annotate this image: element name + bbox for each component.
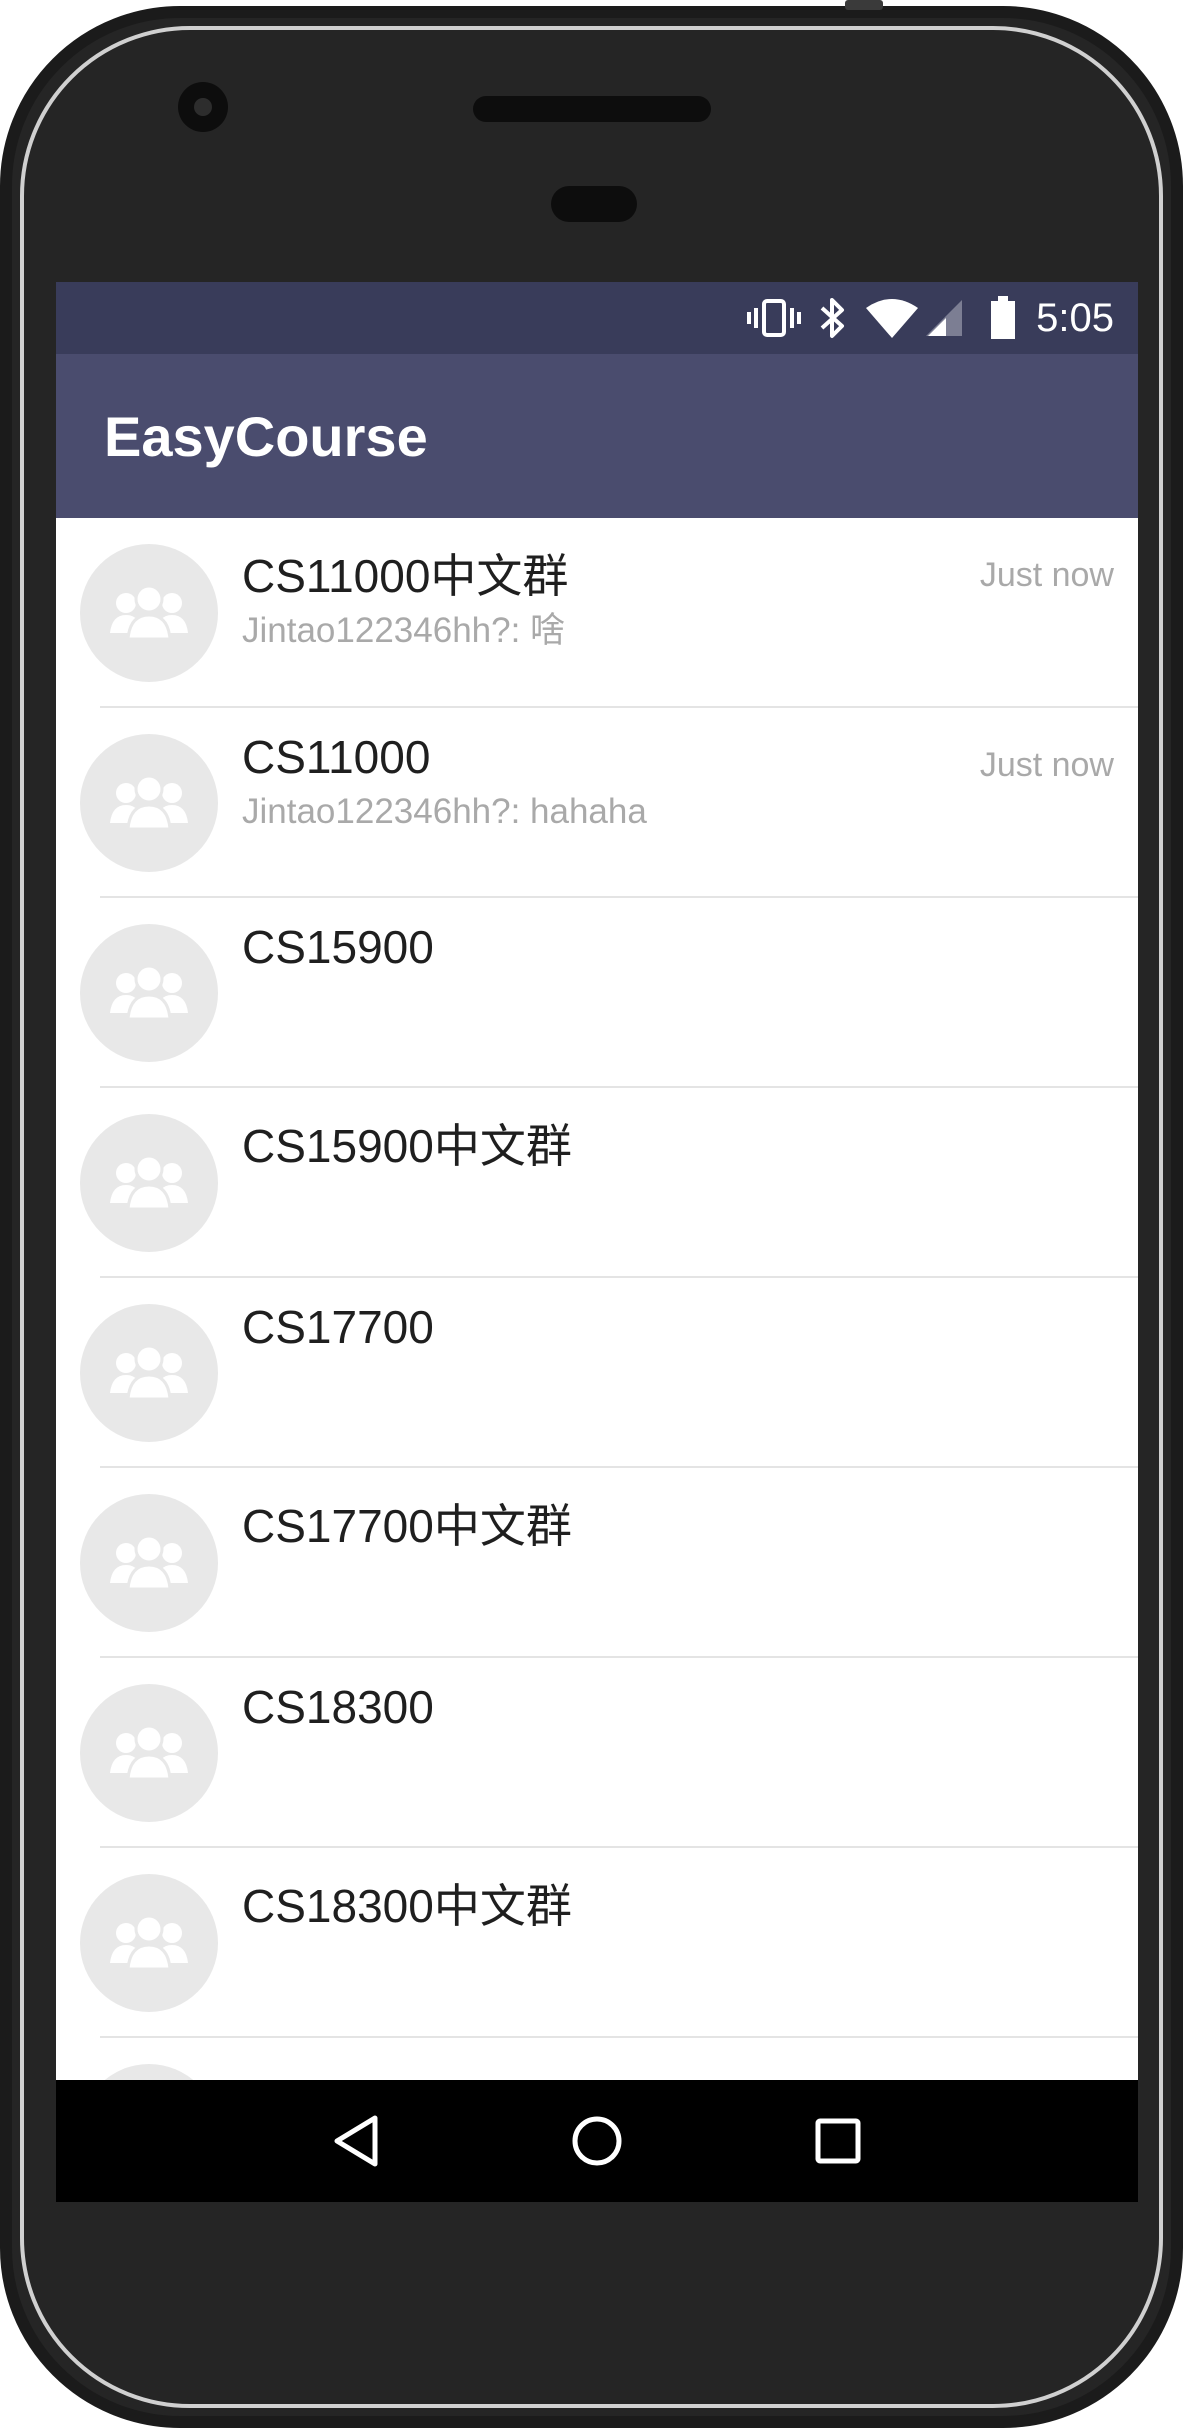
group-avatar-icon [80, 544, 218, 682]
group-avatar-icon [80, 924, 218, 1062]
chat-row[interactable]: CS17700中文群 [56, 1468, 1138, 1658]
back-icon[interactable] [311, 2096, 401, 2186]
status-time: 5:05 [1036, 295, 1114, 340]
vibrate-icon [746, 298, 802, 338]
chat-row[interactable]: CS18300中文群 [56, 1848, 1138, 2038]
battery-icon [990, 296, 1016, 340]
proximity-sensor [551, 186, 637, 222]
chat-last-message: Jintao122346hh?: hahaha [242, 792, 647, 831]
app-bar: EasyCourse [56, 354, 1138, 518]
chat-row[interactable]: CS11000中文群 Jintao122346hh?: 啥 Just now [56, 518, 1138, 708]
group-avatar-icon [80, 1494, 218, 1632]
chat-row[interactable]: CS15900中文群 [56, 1088, 1138, 1278]
chat-row[interactable]: CS18300 [56, 1658, 1138, 1848]
screen: 5:05 EasyCourse CS11000中文群 Jintao122346h… [56, 282, 1138, 2202]
chat-row[interactable]: CS15900 [56, 898, 1138, 1088]
front-camera [178, 82, 228, 132]
chat-row[interactable]: CS11000 Jintao122346hh?: hahaha Just now [56, 708, 1138, 898]
app-title: EasyCourse [104, 404, 428, 468]
home-icon[interactable] [552, 2096, 642, 2186]
chat-name: CS17700 [242, 1301, 434, 1353]
bluetooth-icon [818, 296, 848, 340]
group-avatar-icon [80, 1684, 218, 1822]
group-avatar-icon [80, 1874, 218, 2012]
chat-last-message: Jintao122346hh?: 啥 [242, 611, 566, 650]
recents-icon[interactable] [793, 2096, 883, 2186]
navigation-bar [56, 2080, 1138, 2202]
chat-list[interactable]: CS11000中文群 Jintao122346hh?: 啥 Just now C… [56, 518, 1138, 2080]
chat-name: CS18300 [242, 1681, 434, 1733]
chat-name: CS15900 [242, 921, 434, 973]
group-avatar-icon [80, 734, 218, 872]
chat-name: CS11000 [242, 731, 431, 783]
chat-row[interactable]: CS17700 [56, 1278, 1138, 1468]
chat-name: CS11000中文群 [242, 550, 569, 602]
chat-time: Just now [979, 556, 1114, 594]
chat-row-partial[interactable] [56, 2038, 1138, 2080]
chat-name: CS15900中文群 [242, 1120, 572, 1172]
group-avatar-icon [80, 2064, 218, 2080]
signal-icon [924, 298, 964, 338]
phone-side-button [845, 0, 883, 10]
group-avatar-icon [80, 1304, 218, 1442]
earpiece-speaker [473, 96, 711, 122]
chat-time: Just now [979, 746, 1114, 784]
group-avatar-icon [80, 1114, 218, 1252]
status-bar: 5:05 [56, 282, 1138, 354]
chat-name: CS18300中文群 [242, 1880, 572, 1932]
chat-name: CS17700中文群 [242, 1500, 572, 1552]
wifi-icon [864, 296, 920, 340]
